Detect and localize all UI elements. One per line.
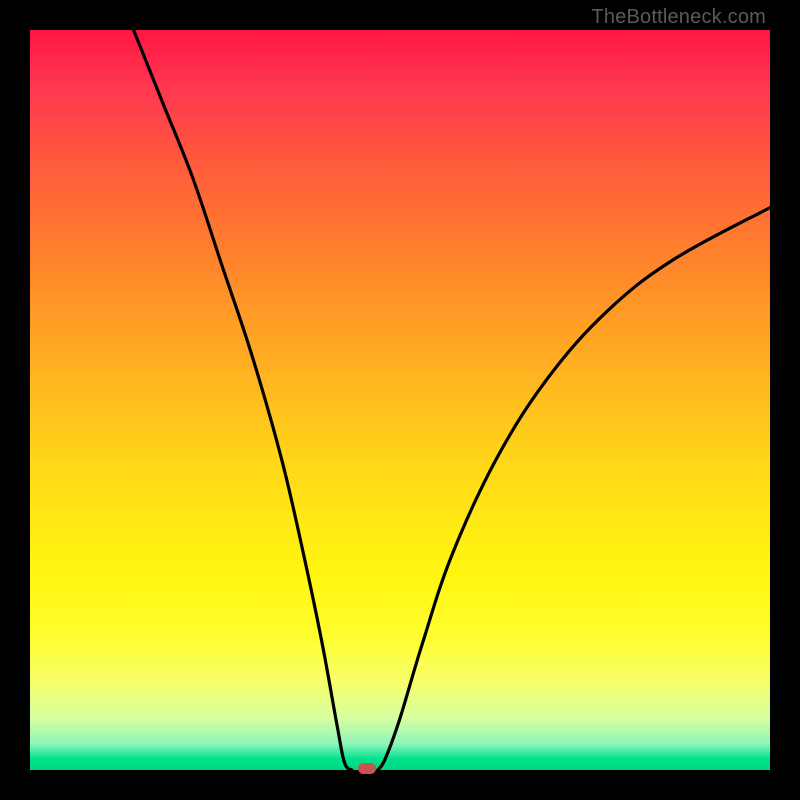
optimum-marker <box>358 763 376 774</box>
plot-area <box>30 30 770 770</box>
bottleneck-curve <box>30 30 770 770</box>
watermark-text: TheBottleneck.com <box>591 6 766 29</box>
chart-frame: TheBottleneck.com <box>0 0 800 800</box>
